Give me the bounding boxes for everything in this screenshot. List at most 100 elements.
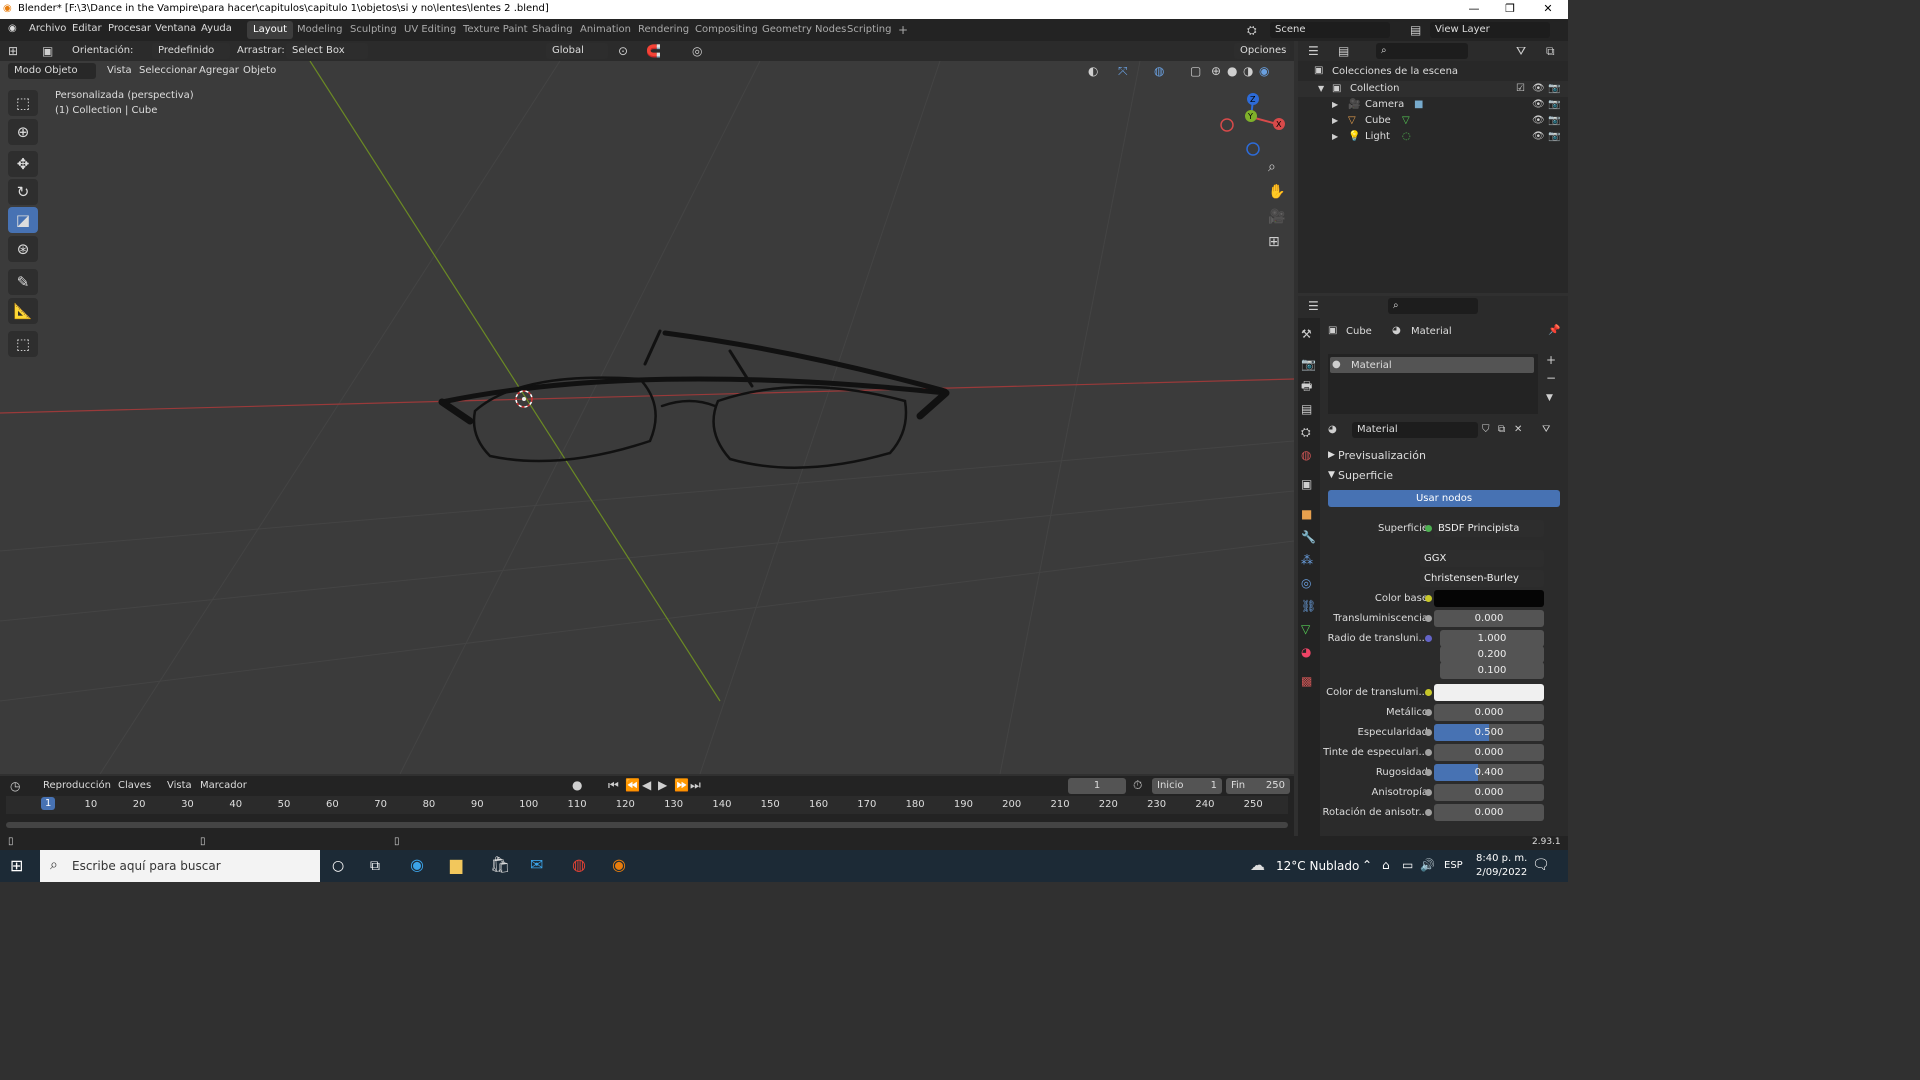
solid-shading-icon[interactable]: ●	[1227, 63, 1237, 79]
gizmo-icon[interactable]: ⤧	[1118, 63, 1128, 79]
menu-marcador[interactable]: Marcador	[200, 780, 247, 791]
windows-start-icon[interactable]: ⊞	[10, 858, 23, 874]
trans-field[interactable]: 0.000	[1434, 610, 1544, 627]
use-nodes-button[interactable]: Usar nodos	[1328, 490, 1560, 507]
render-tab-icon[interactable]: 📷	[1301, 356, 1316, 372]
play-reverse-icon[interactable]: ◀	[642, 777, 651, 793]
tab-texture-paint[interactable]: Texture Paint	[457, 21, 534, 39]
add-cube-tool-icon[interactable]: ⬚	[8, 331, 38, 357]
record-icon[interactable]: ●	[572, 777, 582, 793]
cursor-tool-icon[interactable]: ⊕	[8, 119, 38, 145]
tab-animation[interactable]: Animation	[574, 21, 637, 39]
menu-ventana[interactable]: Ventana	[155, 23, 196, 34]
outliner-row-camera[interactable]: ▶ 🎥 Camera ■ 👁 📷	[1298, 97, 1568, 113]
tab-scripting[interactable]: Scripting	[841, 21, 897, 39]
material-name-field[interactable]: Material	[1352, 422, 1478, 438]
orientation-dropdown[interactable]: Predefinido	[152, 43, 230, 59]
collection-tab-icon[interactable]: ▣	[1301, 476, 1312, 492]
tool-tab-icon[interactable]: ⚒	[1301, 326, 1312, 342]
checkbox-icon[interactable]: ☑	[1516, 81, 1525, 97]
mail-icon[interactable]: ✉	[530, 857, 543, 873]
tab-uv-editing[interactable]: UV Editing	[398, 21, 462, 39]
weather-text[interactable]: 12°C Nublado	[1276, 859, 1359, 873]
scene-selector[interactable]: Scene	[1270, 22, 1390, 38]
add-workspace-icon[interactable]: +	[892, 20, 914, 38]
menu-ayuda[interactable]: Ayuda	[201, 23, 232, 34]
radius-y-field[interactable]: 0.200	[1440, 646, 1544, 663]
xray-icon[interactable]: ▢	[1190, 63, 1201, 79]
menu-procesar[interactable]: Procesar	[108, 23, 151, 34]
rendered-shading-icon[interactable]: ◉	[1259, 63, 1269, 79]
view-layer-selector[interactable]: View Layer	[1430, 22, 1550, 38]
end-frame-field[interactable]: Fin 250	[1226, 778, 1290, 794]
drag-dropdown[interactable]: Select Box	[286, 43, 368, 59]
next-keyframe-icon[interactable]: ⏩	[674, 777, 689, 793]
menu-agregar[interactable]: Agregar	[199, 65, 239, 76]
select-tool-icon[interactable]: ▣	[42, 43, 53, 59]
metallic-field[interactable]: 0.000	[1434, 704, 1544, 721]
collapse-arrow-icon[interactable]: ▶	[1328, 450, 1335, 460]
camera-view-icon[interactable]: 🎥	[1268, 209, 1285, 225]
anisotropy-field[interactable]: 0.000	[1434, 784, 1544, 801]
maximize-button[interactable]: ❐	[1492, 0, 1528, 19]
pan-hand-icon[interactable]: ✋	[1268, 184, 1285, 200]
expand-arrow-icon[interactable]: ▶	[1332, 113, 1338, 129]
expand-arrow-icon[interactable]: ▶	[1332, 97, 1338, 113]
anisotropy-rotation-field[interactable]: 0.000	[1434, 804, 1544, 821]
outliner-editor-icon[interactable]: ☰	[1308, 43, 1319, 59]
ortho-toggle-icon[interactable]: ⊞	[1268, 234, 1280, 250]
scene-tab-icon[interactable]: ⛭	[1301, 424, 1311, 440]
view-layer-tab-icon[interactable]: ▤	[1301, 401, 1312, 417]
menu-timeline-vista[interactable]: Vista	[167, 780, 192, 791]
view-layer-icon[interactable]: ▤	[1410, 22, 1421, 38]
store-icon[interactable]: 🛍	[490, 857, 510, 873]
properties-search[interactable]: ⌕	[1388, 298, 1478, 314]
expand-arrow-icon[interactable]: ▼	[1328, 470, 1335, 480]
play-icon[interactable]: ▶	[658, 777, 667, 793]
roughness-slider[interactable]: 0.400	[1434, 764, 1544, 781]
timeline-scrollbar[interactable]	[6, 822, 1288, 828]
stopwatch-icon[interactable]: ⏱	[1133, 777, 1142, 793]
cortana-icon[interactable]: ○	[332, 858, 344, 874]
expand-arrow-icon[interactable]: ▶	[1332, 129, 1338, 145]
measure-tool-icon[interactable]: 📐	[8, 298, 38, 324]
menu-objeto[interactable]: Objeto	[243, 65, 276, 76]
eye-icon[interactable]: 👁	[1532, 129, 1545, 145]
file-explorer-icon[interactable]: ▆	[450, 857, 462, 873]
fake-user-icon[interactable]: ⛉	[1482, 422, 1490, 438]
properties-editor-icon[interactable]: ☰	[1308, 298, 1319, 314]
output-tab-icon[interactable]: 🖶	[1301, 378, 1312, 394]
specular-tint-field[interactable]: 0.000	[1434, 744, 1544, 761]
start-frame-field[interactable]: Inicio 1	[1152, 778, 1222, 794]
add-slot-icon[interactable]: +	[1546, 352, 1556, 368]
menu-vista[interactable]: Vista	[107, 65, 132, 76]
blender-menu-icon[interactable]: ◉	[8, 23, 17, 34]
options-dropdown[interactable]: Opciones	[1234, 43, 1290, 59]
radius-x-field[interactable]: 1.000	[1440, 630, 1544, 647]
menu-editar[interactable]: Editar	[72, 23, 102, 34]
pivot-icon[interactable]: ⊙	[618, 43, 628, 59]
material-shading-icon[interactable]: ◑	[1243, 63, 1253, 79]
jump-start-icon[interactable]: ⏮	[608, 777, 619, 793]
browse-material-icon[interactable]: ◕	[1328, 422, 1337, 438]
current-frame-field[interactable]: 1	[1068, 778, 1126, 794]
scale-tool-icon[interactable]: ◪	[8, 207, 38, 233]
rotate-tool-icon[interactable]: ↻	[8, 179, 38, 205]
tab-geometry-nodes[interactable]: Geometry Nodes	[756, 21, 852, 39]
camera-render-icon[interactable]: 📷	[1548, 97, 1560, 113]
tab-rendering[interactable]: Rendering	[632, 21, 695, 39]
world-tab-icon[interactable]: ◍	[1301, 447, 1311, 463]
scene-icon[interactable]: ⛭	[1247, 22, 1257, 38]
tab-shading[interactable]: Shading	[526, 21, 579, 39]
monitor-icon[interactable]: ▭	[1402, 857, 1413, 873]
expand-arrow-icon[interactable]: ▼	[1318, 81, 1324, 97]
camera-render-icon[interactable]: 📷	[1548, 129, 1560, 145]
preview-panel-header[interactable]: Previsualización	[1338, 449, 1426, 462]
pin-icon[interactable]: 📌	[1548, 323, 1560, 339]
distribution-dropdown[interactable]: GGX	[1420, 550, 1544, 567]
proportional-edit-icon[interactable]: ◎	[692, 43, 702, 59]
annotate-tool-icon[interactable]: ✎	[8, 269, 38, 295]
tab-modeling[interactable]: Modeling	[291, 21, 349, 39]
move-tool-icon[interactable]: ✥	[8, 151, 38, 177]
eye-icon[interactable]: 👁	[1532, 113, 1545, 129]
